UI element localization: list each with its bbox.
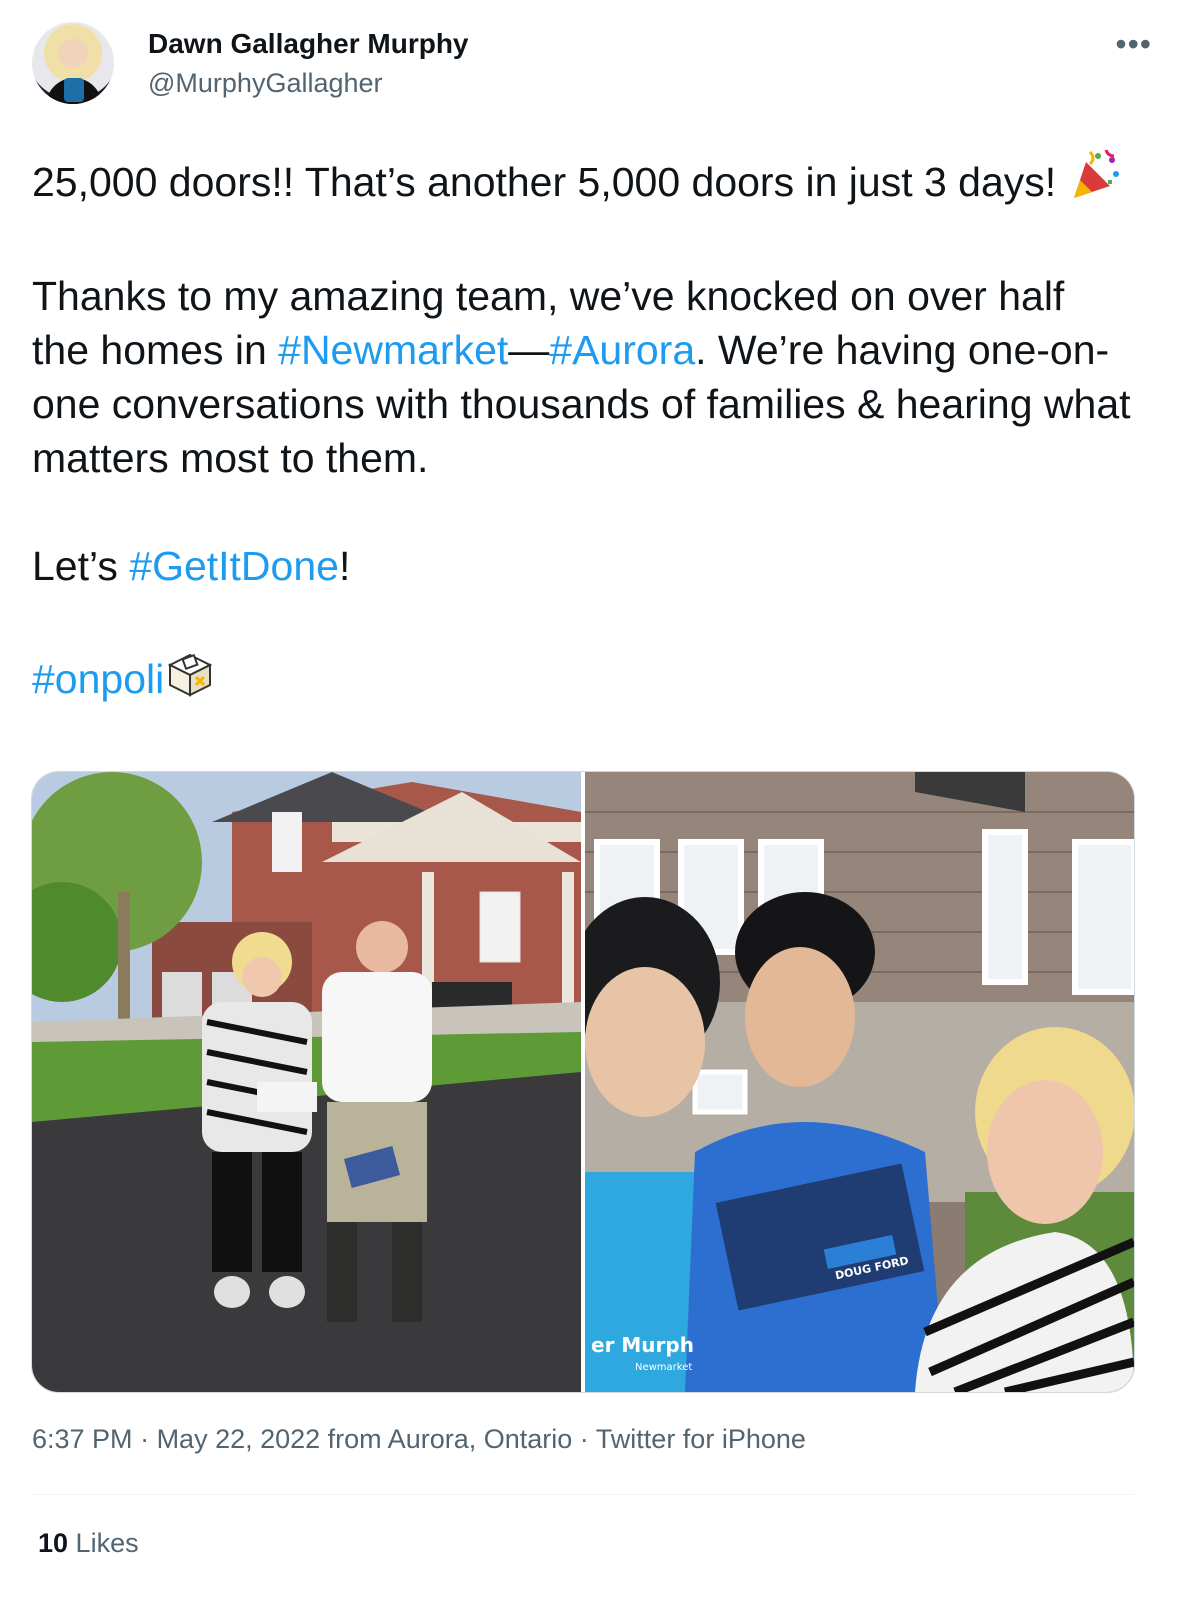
likes-label: Likes (68, 1528, 139, 1558)
ballot-box-icon (164, 647, 216, 712)
shirt-subtext: Newmarket (635, 1362, 692, 1373)
media-grid[interactable]: DOUG FORD er Murph Newmarket (31, 771, 1135, 1393)
hashtag-getitdone[interactable]: #GetItDone (129, 543, 339, 589)
more-options-icon[interactable]: ••• (1115, 26, 1152, 63)
tweet-time[interactable]: 6:37 PM (32, 1424, 133, 1454)
avatar-scarf (64, 78, 84, 102)
tweet-source[interactable]: Twitter for iPhone (596, 1424, 806, 1454)
tweet-meta: 6:37 PM · May 22, 2022 from Aurora, Onta… (32, 1424, 806, 1455)
hashtag-onpoli[interactable]: #onpoli (32, 656, 164, 702)
photo-2[interactable]: DOUG FORD er Murph Newmarket (585, 772, 1134, 1392)
avatar[interactable] (32, 22, 114, 104)
meta-separator: · (572, 1424, 596, 1454)
hashtag-newmarket[interactable]: #Newmarket (278, 327, 508, 373)
author-handle[interactable]: @MurphyGallagher (148, 68, 383, 99)
likes-number: 10 (38, 1528, 69, 1558)
dash: — (508, 327, 550, 373)
tweet-date-location[interactable]: May 22, 2022 from Aurora, Ontario (157, 1424, 573, 1454)
tweet-text: 25,000 doors!! That’s another 5,000 door… (32, 146, 1132, 712)
divider (32, 1494, 1134, 1495)
likes-count[interactable]: 10 Likes (38, 1528, 139, 1559)
tweet-line-1: 25,000 doors!! That’s another 5,000 door… (32, 159, 1068, 205)
author-name[interactable]: Dawn Gallagher Murphy (148, 28, 469, 60)
meta-separator: · (132, 1424, 157, 1454)
exclamation: ! (338, 543, 351, 589)
hashtag-aurora[interactable]: #Aurora (549, 327, 695, 373)
shirt-text: er Murph (591, 1333, 694, 1357)
lets-text: Let’s (32, 543, 130, 589)
tweet-header: Dawn Gallagher Murphy @MurphyGallagher •… (32, 18, 1152, 118)
party-popper-icon (1068, 146, 1124, 215)
photo-1[interactable] (32, 772, 581, 1392)
